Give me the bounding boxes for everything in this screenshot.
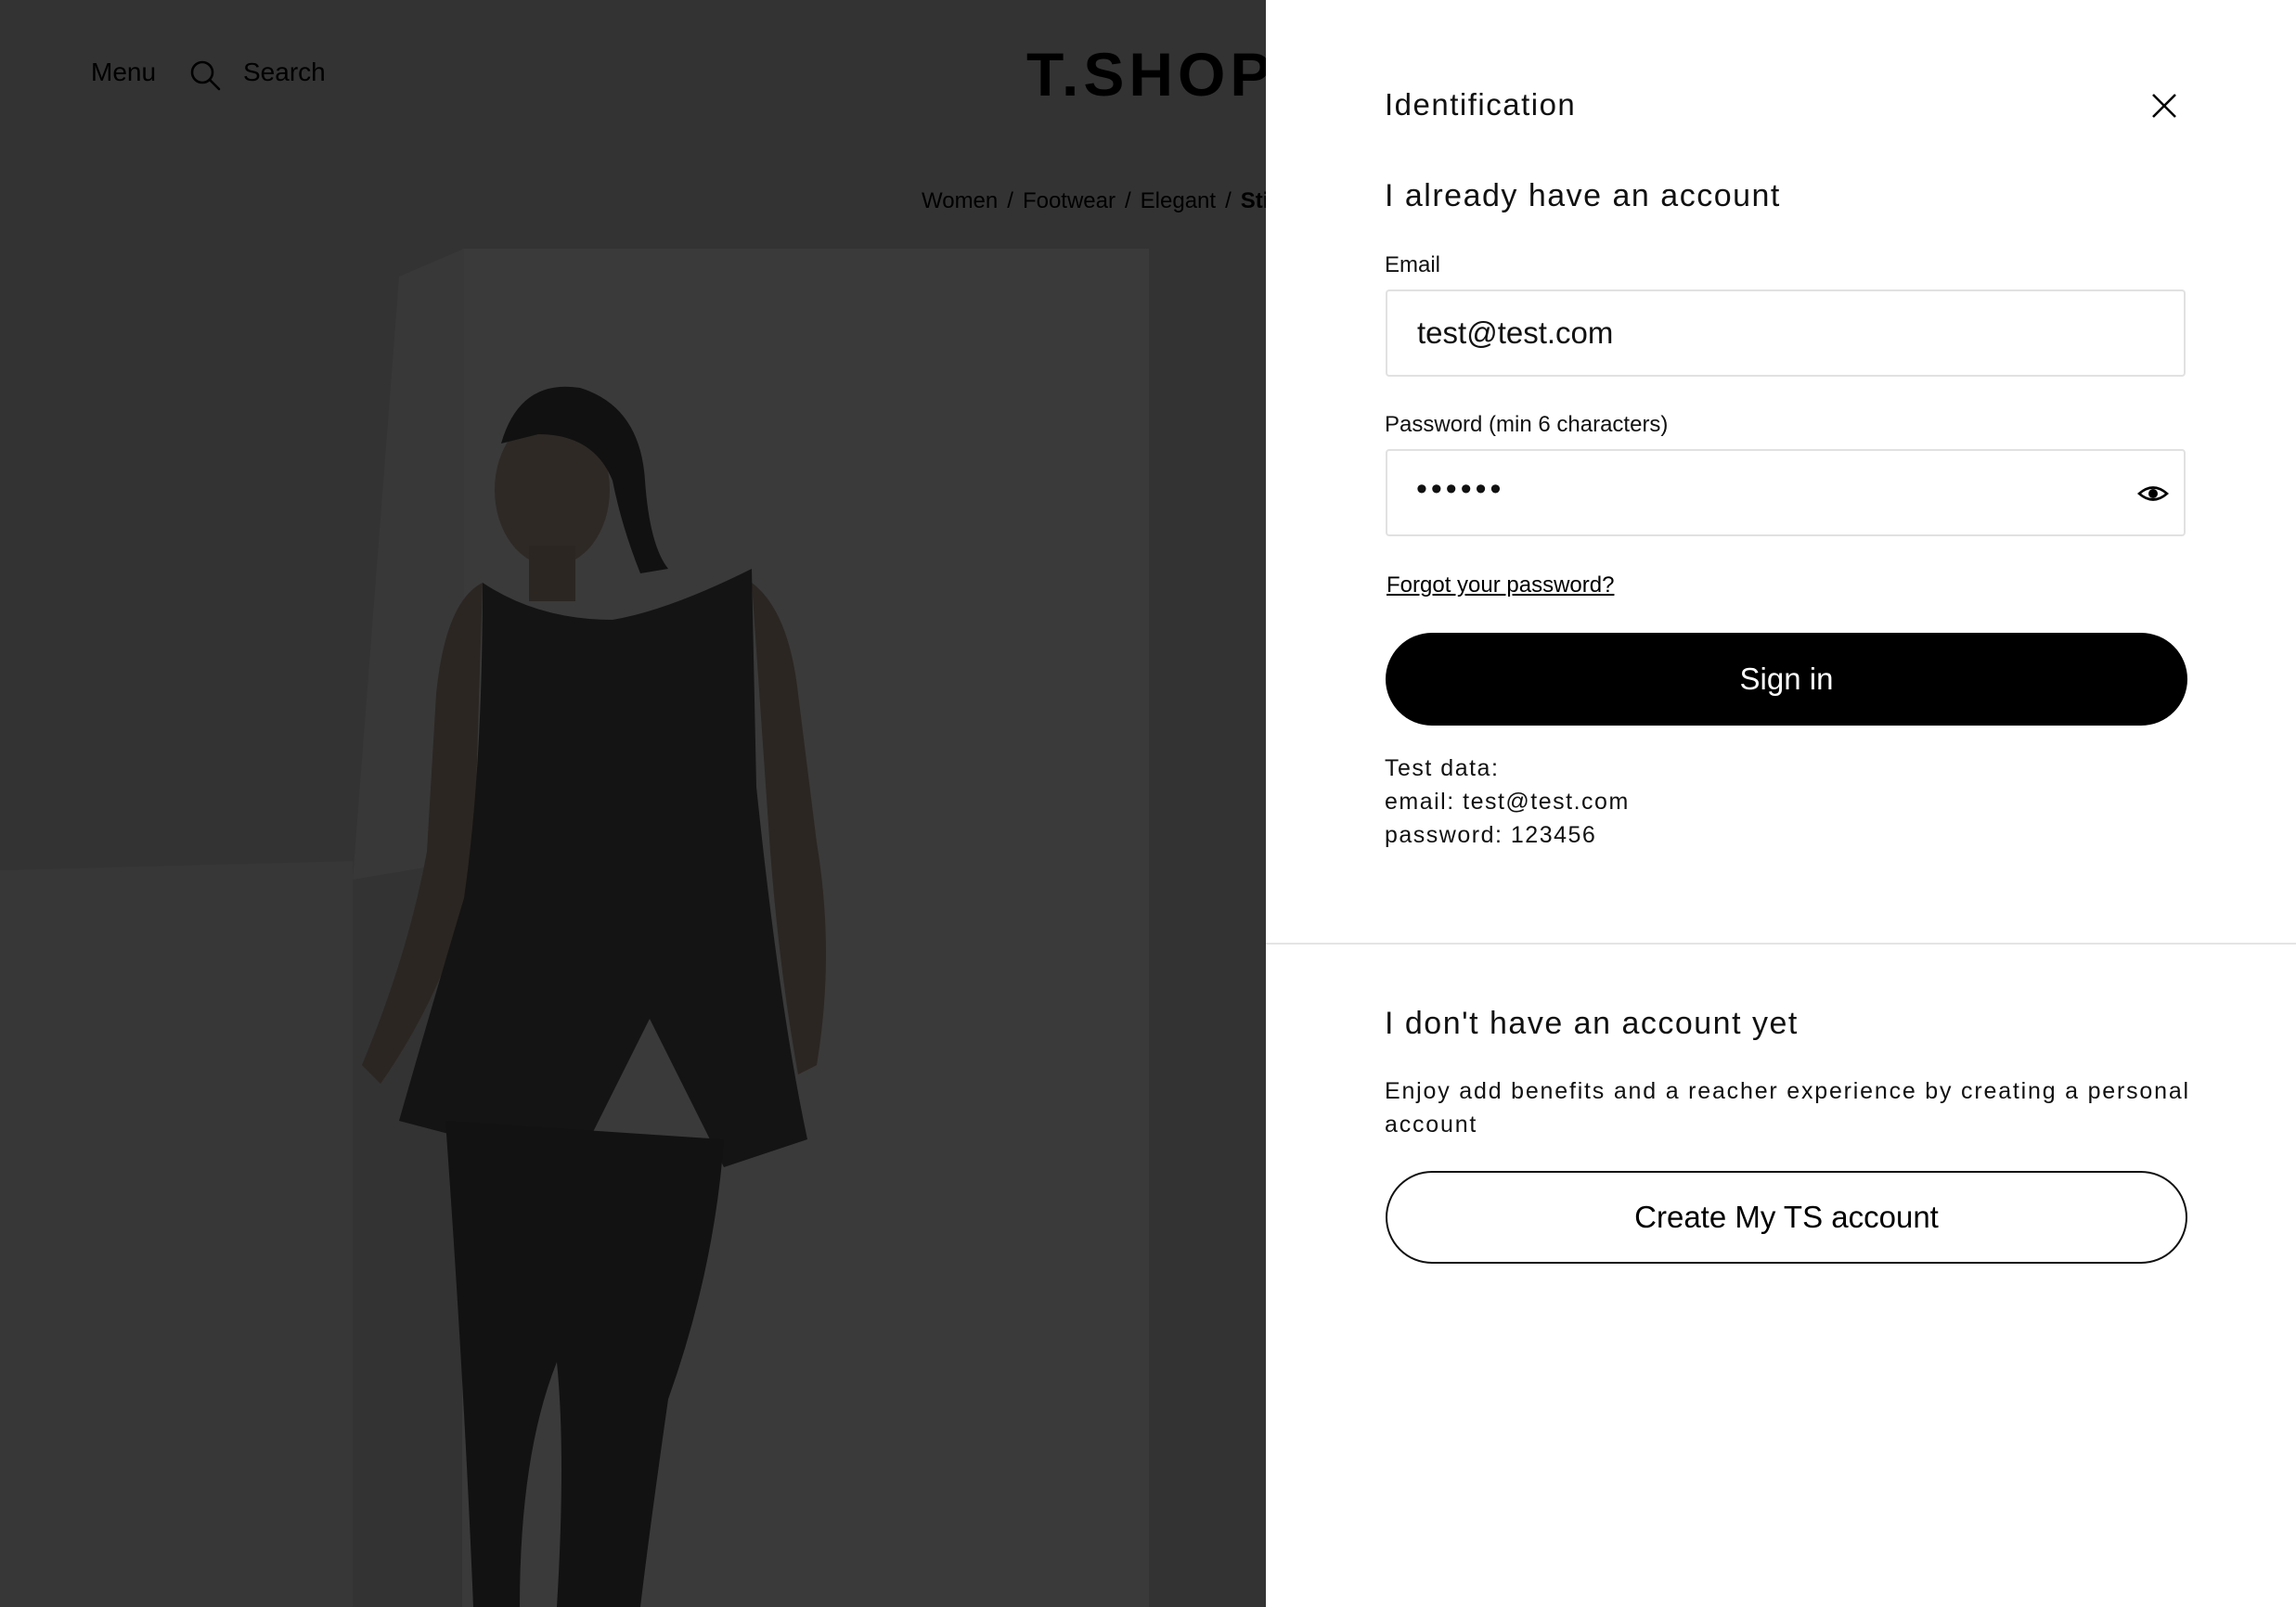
breadcrumb-item-current: Sti (1240, 188, 1266, 213)
site-logo[interactable]: T.SHOP (1026, 39, 1266, 109)
product-page-background: Menu Search T.SHOP Women / Footwear / Elegan… (0, 0, 1266, 1607)
breadcrumb-separator: / (1007, 188, 1013, 213)
test-data-note: Test data: email: test@test.com password… (1385, 752, 1630, 852)
breadcrumb-item-elegant[interactable]: Elegant (1141, 188, 1216, 213)
login-heading: I already have an account (1385, 178, 1781, 213)
identification-panel: Identification I already have an account… (1266, 0, 2296, 1607)
breadcrumb-item-women[interactable]: Women (922, 188, 998, 213)
sign-in-button[interactable]: Sign in (1386, 633, 2187, 726)
close-icon[interactable] (2148, 89, 2181, 122)
password-label: Password (min 6 characters) (1385, 412, 1669, 437)
email-label: Email (1385, 252, 1441, 277)
register-heading: I don't have an account yet (1385, 1006, 1799, 1041)
test-data-email: email: test@test.com (1385, 789, 1630, 815)
breadcrumb-separator: / (1124, 188, 1131, 213)
menu-link[interactable]: Menu (91, 58, 156, 87)
test-data-password: password: 123456 (1385, 822, 1597, 848)
section-divider (1266, 943, 2296, 945)
search-link[interactable]: Search (243, 58, 326, 87)
breadcrumb: Women / Footwear / Elegant / Sti (922, 188, 1266, 214)
register-description: Enjoy add benefits and a reacher experie… (1385, 1078, 2190, 1138)
product-photo (0, 249, 1149, 1607)
test-data-title: Test data: (1385, 755, 1500, 781)
search-icon[interactable] (189, 59, 221, 91)
password-masked-value: •••••• (1416, 471, 1505, 507)
password-field[interactable] (1386, 449, 2186, 536)
breadcrumb-separator: / (1225, 188, 1232, 213)
forgot-password-link[interactable]: Forgot your password? (1387, 572, 1614, 598)
site-header: Menu Search T.SHOP (0, 0, 1266, 148)
eye-icon[interactable] (2136, 479, 2170, 508)
breadcrumb-item-footwear[interactable]: Footwear (1023, 188, 1116, 213)
create-account-button[interactable]: Create My TS account (1386, 1171, 2187, 1264)
email-field[interactable] (1386, 289, 2186, 377)
panel-title: Identification (1385, 87, 1577, 122)
